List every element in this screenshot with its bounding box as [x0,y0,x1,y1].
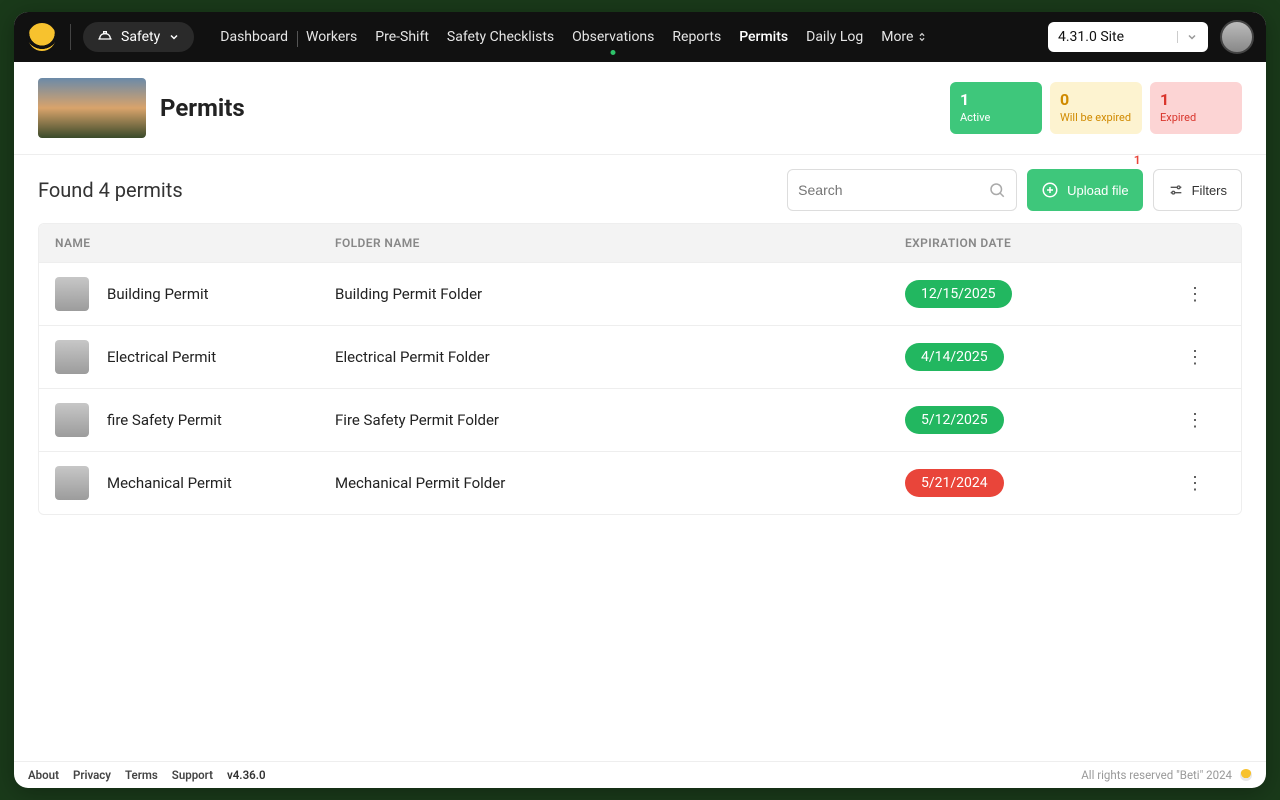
hardhat-icon [97,29,113,45]
search-icon [988,181,1006,199]
table-row[interactable]: fire Safety Permit Fire Safety Permit Fol… [39,388,1241,451]
footer-version: v4.36.0 [227,768,266,782]
footer-link-terms[interactable]: Terms [125,768,158,782]
nav-item-more[interactable]: More [881,29,927,45]
nav-item-dashboard[interactable]: Dashboard [220,29,288,45]
doc-thumb [55,340,89,374]
upload-button[interactable]: Upload file [1027,169,1142,211]
status-count: 1 [960,90,1032,111]
row-menu-button[interactable]: ⋮ [1165,410,1225,431]
nav-item-safety-checklists[interactable]: Safety Checklists [447,29,554,45]
footer: About Privacy Terms Support v4.36.0 All rig… [14,761,1266,788]
status-count: 1 [1160,90,1232,111]
doc-thumb [55,277,89,311]
permit-folder: Building Permit Folder [335,285,905,303]
footer-link-about[interactable]: About [28,768,59,782]
permit-folder: Fire Safety Permit Folder [335,411,905,429]
status-count: 0 [1060,90,1132,111]
expiration-badge: 12/15/2025 [905,280,1012,308]
status-label: Expired [1160,111,1196,124]
footer-link-privacy[interactable]: Privacy [73,768,111,782]
table-row[interactable]: Building Permit Building Permit Folder12/… [39,262,1241,325]
brand-dot-icon [1240,769,1252,781]
chevron-down-icon [168,31,180,43]
doc-thumb [55,403,89,437]
nav-item-pre-shift[interactable]: Pre-Shift [375,29,429,45]
search-box[interactable] [787,169,1017,211]
indicator-dot-icon [611,50,616,55]
page-header: Permits 1 Active 0 Will be expired 1 Exp… [14,62,1266,155]
footer-link-support[interactable]: Support [172,768,213,782]
top-nav: Safety Dashboard Workers Pre-Shift Safety C… [14,12,1266,62]
status-label: Active [960,111,990,124]
permit-folder: Mechanical Permit Folder [335,474,905,492]
toolbar: Found 4 permits 1 Upload file [14,155,1266,223]
permits-table: NAME FOLDER NAME EXPIRATION DATE Buildin… [38,223,1242,515]
expiration-badge: 4/14/2025 [905,343,1004,371]
safety-label: Safety [121,29,160,45]
status-card-active[interactable]: 1 Active [950,82,1042,133]
table-header: NAME FOLDER NAME EXPIRATION DATE [39,224,1241,262]
upload-badge: 1 [1134,153,1141,167]
site-select-value: 4.31.0 Site [1058,29,1124,45]
safety-dropdown[interactable]: Safety [83,22,194,52]
plus-circle-icon [1041,181,1059,199]
nav-items: Dashboard Workers Pre-Shift Safety Checklis… [220,29,927,45]
nav-item-permits[interactable]: Permits [739,29,788,45]
permit-name: Building Permit [107,285,209,303]
page-title: Permits [160,94,245,122]
site-thumb [38,78,146,138]
table-row[interactable]: Mechanical Permit Mechanical Permit Folde… [39,451,1241,514]
filters-label: Filters [1192,183,1227,198]
footer-rights: All rights reserved "Beti" 2024 [1081,768,1232,782]
row-menu-button[interactable]: ⋮ [1165,473,1225,494]
filters-button[interactable]: Filters [1153,169,1242,211]
divider [70,24,71,50]
col-folder: FOLDER NAME [335,236,905,250]
expiration-badge: 5/12/2025 [905,406,1004,434]
updown-icon [917,31,927,43]
nav-item-observations[interactable]: Observations [572,29,654,45]
status-card-willexpire[interactable]: 0 Will be expired [1050,82,1142,133]
col-expiration: EXPIRATION DATE [905,236,1165,250]
site-select[interactable]: 4.31.0 Site [1048,22,1208,52]
permit-name: fire Safety Permit [107,411,222,429]
chevron-down-icon [1177,31,1198,43]
nav-item-daily-log[interactable]: Daily Log [806,29,863,45]
user-avatar[interactable] [1220,20,1254,54]
upload-label: Upload file [1067,183,1128,198]
status-label: Will be expired [1060,111,1131,124]
col-name: NAME [55,236,335,250]
nav-item-reports[interactable]: Reports [672,29,721,45]
permit-folder: Electrical Permit Folder [335,348,905,366]
doc-thumb [55,466,89,500]
sliders-icon [1168,182,1184,198]
nav-item-workers[interactable]: Workers [306,29,357,45]
permit-name: Electrical Permit [107,348,216,366]
status-card-expired[interactable]: 1 Expired [1150,82,1242,133]
table-row[interactable]: Electrical Permit Electrical Permit Folde… [39,325,1241,388]
found-text: Found 4 permits [38,178,183,202]
search-input[interactable] [798,182,988,198]
brand-logo [26,21,58,53]
expiration-badge: 5/21/2024 [905,469,1004,497]
row-menu-button[interactable]: ⋮ [1165,284,1225,305]
row-menu-button[interactable]: ⋮ [1165,347,1225,368]
permit-name: Mechanical Permit [107,474,232,492]
